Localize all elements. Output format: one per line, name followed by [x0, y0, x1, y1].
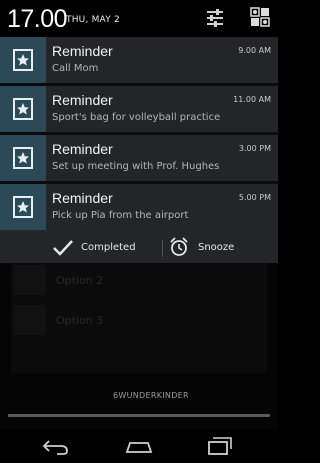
alarm-clock-icon [170, 237, 188, 256]
clock-time: 17.00 [7, 5, 68, 33]
notification-text: Sport's bag for volleyball practice [52, 112, 221, 123]
option-label: Option 2 [56, 274, 104, 287]
quick-settings-icon[interactable] [249, 6, 271, 28]
back-icon[interactable] [41, 435, 71, 457]
brand-label: 6WUNDERKINDER [113, 391, 189, 400]
option-label: Option 3 [56, 314, 104, 327]
settings-sliders-icon[interactable] [205, 8, 225, 28]
recents-icon[interactable] [205, 435, 235, 457]
option-checkbox [14, 265, 46, 295]
snooze-button[interactable]: Snooze [168, 233, 268, 263]
notification-time: 9.00 AM [238, 46, 271, 55]
notification-time: 11.00 AM [233, 95, 271, 104]
reminder-star-icon [0, 37, 46, 83]
notification-shade-header: 17.00 THU, MAY 2 [0, 0, 278, 37]
option-checkbox [14, 305, 46, 335]
notification-time: 5.00 PM [238, 193, 271, 202]
reminder-star-icon [0, 135, 46, 181]
action-divider [162, 240, 163, 257]
notification-item[interactable]: Reminder Sport's bag for volleyball prac… [0, 86, 278, 132]
reminder-star-icon [0, 86, 46, 132]
notification-item[interactable]: Reminder Pick up Pia from the airport 5.… [0, 184, 278, 233]
notification-title: Reminder [52, 92, 113, 108]
background-option: Option 2 [14, 265, 214, 295]
completed-button[interactable]: Completed [50, 233, 160, 263]
notification-time: 3.00 PM [238, 144, 271, 153]
notification-text: Set up meeting with Prof. Hughes [52, 161, 220, 172]
home-icon[interactable] [124, 435, 154, 457]
notification-actions: Completed Snooze [0, 233, 278, 263]
completed-label: Completed [81, 242, 136, 253]
background-option: Option 3 [14, 305, 214, 335]
notification-text: Call Mom [52, 63, 99, 74]
notification-item[interactable]: Reminder Call Mom 9.00 AM [0, 37, 278, 83]
clock-date: THU, MAY 2 [66, 15, 120, 25]
notification-title: Reminder [52, 43, 113, 59]
reminder-star-icon [0, 184, 46, 230]
notification-title: Reminder [52, 190, 113, 206]
shade-drag-handle[interactable] [8, 414, 270, 417]
notification-item[interactable]: Reminder Set up meeting with Prof. Hughe… [0, 135, 278, 181]
snooze-label: Snooze [198, 242, 235, 253]
notification-text: Pick up Pia from the airport [52, 210, 189, 221]
checkmark-icon [53, 240, 73, 256]
notification-title: Reminder [52, 141, 113, 157]
navigation-bar [0, 429, 278, 463]
background-app: Option 2 Option 3 [0, 263, 278, 429]
